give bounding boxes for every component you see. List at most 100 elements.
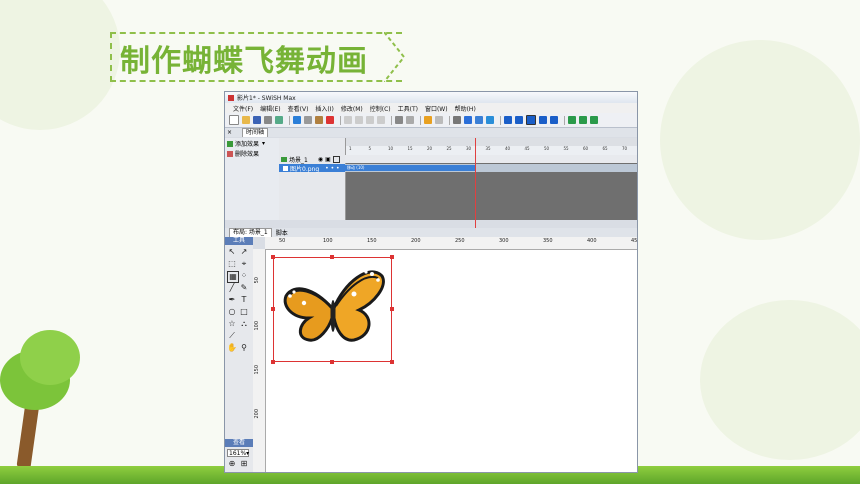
lock-icon[interactable]: ▣ [325,156,331,163]
horizontal-ruler: 50 100 150 200 250 300 350 400 450 [265,237,637,250]
resize-handle[interactable] [390,255,394,259]
zoom-icon[interactable] [406,116,414,124]
ellipse-icon[interactable]: ○ [227,307,237,317]
export-swf-icon[interactable] [590,116,598,124]
cut-icon[interactable] [293,116,301,124]
menu-control[interactable]: 控制(C) [370,104,391,113]
tab-layout[interactable]: 布局: 场景_1 [229,228,272,237]
save-icon[interactable] [253,116,261,124]
play-scene-icon[interactable] [486,116,494,124]
stop-icon[interactable] [453,116,461,124]
separator [289,115,290,125]
move-down-icon[interactable] [355,116,363,124]
motion-path-icon[interactable]: ⌖ [239,259,249,269]
reshape-icon[interactable]: ⬚ [227,259,237,269]
resize-handle[interactable] [271,255,275,259]
pen-icon[interactable]: ✒ [227,295,237,305]
play-effect-icon[interactable] [475,116,483,124]
menu-tools[interactable]: 工具(T) [398,104,418,113]
next-frame-icon[interactable] [539,116,547,124]
frame-tick: 10 [388,146,394,151]
tab-timeline[interactable]: 时间轴 [242,128,269,137]
context-help-icon[interactable] [435,116,443,124]
close-panel-icon[interactable]: × [227,129,232,136]
menu-edit[interactable]: 编辑(E) [260,104,280,113]
copy-icon[interactable] [304,116,312,124]
stage-canvas[interactable] [266,250,637,472]
pencil-icon[interactable]: ✎ [239,283,249,293]
prev-frame-icon[interactable] [515,116,523,124]
zoom-fit-icon[interactable]: ⊞ [239,459,249,469]
subselect-icon[interactable]: ↗ [239,247,249,257]
main-toolbar [225,113,637,128]
resize-handle[interactable] [271,307,275,311]
layer-frames[interactable]: 移动 (10) [345,164,637,172]
bring-front-icon[interactable] [366,116,374,124]
export-icon[interactable] [568,116,576,124]
selection-box[interactable] [271,255,394,364]
last-frame-icon[interactable] [550,116,558,124]
menu-view[interactable]: 查看(V) [288,104,309,113]
move-up-icon[interactable] [344,116,352,124]
eyedropper-icon[interactable]: ⟋ [227,331,237,341]
fill-transform-icon[interactable]: ▦ [227,271,239,283]
tab-script[interactable]: 脚本 [276,228,288,237]
new-icon[interactable] [229,115,239,125]
line-icon[interactable]: ╱ [227,283,237,293]
hand-icon[interactable]: ✋ [227,343,237,353]
resize-handle[interactable] [390,360,394,364]
rectangle-icon[interactable]: □ [239,307,249,317]
autoshape-icon[interactable]: ⛬ [239,319,249,329]
delete-effect-icon [227,150,233,157]
zoom-tool-icon[interactable]: ⚲ [239,343,249,353]
resize-handle[interactable] [330,255,334,259]
help-icon[interactable] [424,116,432,124]
menu-modify[interactable]: 修改(M) [341,104,363,113]
butterfly-image[interactable] [274,258,391,361]
resize-handle[interactable] [330,360,334,364]
undo-icon[interactable] [275,116,283,124]
delete-icon[interactable] [326,116,334,124]
layer-row-image[interactable]: 图片0.png • • • [279,164,345,173]
app-icon [228,94,234,101]
timeline-panel: 添加效果 ▾ 删除效果 ◂ ▸ 151015202530354045505560… [225,138,637,267]
visibility-icon[interactable]: ◉ [318,156,323,163]
star-icon[interactable]: ☆ [227,319,237,329]
frame-tick: 65 [602,146,608,151]
open-folder-icon[interactable] [242,116,250,124]
menu-insert[interactable]: 插入(I) [315,104,333,113]
resize-handle[interactable] [390,307,394,311]
add-effect-button[interactable]: 添加效果 ▾ [227,139,265,148]
play-icon[interactable] [464,116,472,124]
play-timeline-icon[interactable] [526,115,536,125]
paste-icon[interactable] [315,116,323,124]
ruler-label: 200 [411,238,421,244]
separator [449,115,450,125]
scene-row[interactable]: 场景_1 ◉ ▣ [279,155,340,164]
zoom-in-icon[interactable]: ⊕ [227,459,237,469]
link-icon[interactable] [395,116,403,124]
scene-frames[interactable] [345,155,637,163]
first-frame-icon[interactable] [504,116,512,124]
send-back-icon[interactable] [377,116,385,124]
menu-file[interactable]: 文件(F) [233,104,253,113]
outline-icon[interactable] [332,155,340,163]
frame-ruler[interactable]: 1 5 10 15 20 25 30 35 40 45 50 55 60 65 70 [345,146,637,155]
frame-tick: 25 [446,146,452,151]
frame-tick: 70 [622,146,628,151]
print-icon[interactable] [264,116,272,124]
text-icon[interactable]: T [239,295,249,305]
tween-effect-bar[interactable]: 移动 (10) [345,165,475,171]
pivot-icon[interactable]: ⁘ [239,271,249,281]
tools-label: 工具 [225,237,253,245]
vertical-ruler: 50 100 150 200 [253,249,266,472]
menu-window[interactable]: 窗口(W) [425,104,448,113]
select-icon[interactable]: ↖ [227,247,237,257]
delete-effect-button[interactable]: 删除效果 [227,149,259,158]
menu-help[interactable]: 帮助(H) [455,104,476,113]
export-html-icon[interactable] [579,116,587,124]
frame-tick: 15 [407,146,413,151]
zoom-select[interactable]: 161%▾ [227,449,249,457]
resize-handle[interactable] [271,360,275,364]
slide-title: 制作蝴蝶飞舞动画 [120,44,368,79]
